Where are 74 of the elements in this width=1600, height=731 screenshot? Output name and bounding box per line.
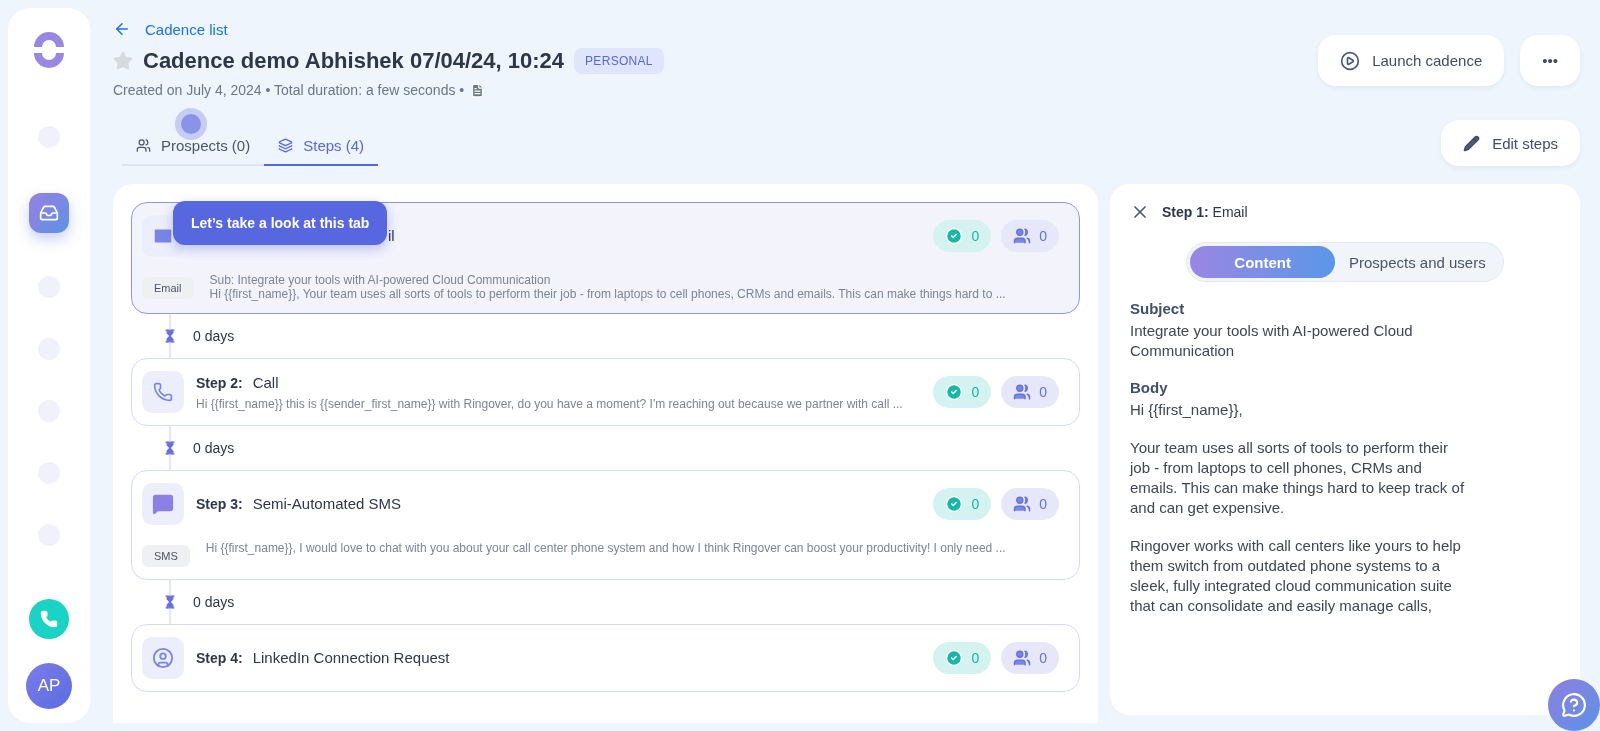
- step-preview: Hi {{first_name}} this is {{sender_first_name}} with Ringover, do you have a moment? I'm reaching out because we partner with call ...: [196, 396, 904, 411]
- step-number: Step 3:: [196, 496, 243, 512]
- phone-icon: [40, 610, 58, 628]
- step-type-tag: SMS: [142, 545, 190, 567]
- hourglass-icon: [163, 595, 177, 609]
- subject-text: Integrate your tools with AI-powered Cloud Communication: [1130, 321, 1414, 361]
- body-paragraph: Your team uses all sorts of tools to perform their job - from laptops to cell phones, CRMs and emails. This can make things hard to keep track of and can get expensive.: [1130, 438, 1466, 518]
- more-button[interactable]: •••: [1520, 35, 1580, 86]
- step-number: Step 4:: [196, 650, 243, 666]
- step-card[interactable]: Step 2: Call Hi {{first_name}} this is {{sender_first_name}} with Ringover, do you have a moment? I'm reaching out because we partner with call ... 0 0: [131, 358, 1080, 426]
- check-circle-icon: [945, 649, 964, 667]
- step-title: Call: [252, 373, 279, 391]
- step-number: Step 2:: [196, 374, 243, 391]
- phone-button[interactable]: [29, 599, 69, 639]
- people-count: 0: [1001, 642, 1059, 674]
- hourglass-icon: [163, 441, 177, 455]
- tooltip: Let’s take a look at this tab: [173, 201, 388, 245]
- delay-text: 0 days: [193, 594, 235, 610]
- people-count: 0: [1001, 220, 1059, 252]
- step-preview: Sub: Integrate your tools with AI-powered Cloud Communication: [209, 273, 552, 287]
- toggle-option[interactable]: Prospects and users: [1334, 246, 1500, 278]
- completed-count: 0: [933, 642, 992, 674]
- created-info: Created on July 4, 2024 • Total duration: a few seconds •: [113, 82, 465, 98]
- people-count: 0: [1001, 488, 1059, 520]
- check-circle-icon: [945, 495, 964, 513]
- step-title: Semi-Automated SMS: [252, 495, 402, 512]
- personal-badge: PERSONAL: [574, 48, 664, 74]
- document-icon[interactable]: [470, 82, 486, 98]
- back-link[interactable]: Cadence list: [113, 20, 664, 38]
- delay-text: 0 days: [193, 440, 235, 456]
- people-icon: [136, 138, 151, 153]
- hourglass-icon: [163, 329, 177, 343]
- people-icon: [1013, 495, 1032, 513]
- step-title: il: [388, 227, 395, 244]
- people-icon: [1013, 227, 1032, 245]
- pulse-dot: [175, 108, 207, 140]
- step-card[interactable]: Step 3: Semi-Automated SMS 0 0 SMS Hi {{first_name}}, I would love to chat with you about your call center phone system and how I think Ringover can boost your productivity! I only need ...: [131, 470, 1080, 580]
- edit-steps-button[interactable]: Edit steps: [1441, 120, 1580, 166]
- user-avatar[interactable]: AP: [26, 663, 72, 709]
- launch-button[interactable]: Launch cadence: [1318, 35, 1505, 86]
- tab[interactable]: Prospects (0): [122, 137, 265, 166]
- chat-bubble-icon: [152, 493, 174, 515]
- body-paragraph: Ringover works with call centers like yours to help them switch from outdated phone systems to a sleek, fully integrated cloud communication suite that can consolidate and easily manage calls,: [1130, 536, 1462, 616]
- play-icon: [1340, 50, 1361, 71]
- completed-count: 0: [933, 220, 992, 252]
- phone-icon: [153, 382, 173, 402]
- check-circle-icon: [945, 383, 964, 401]
- step-type-tag: Email: [142, 277, 194, 299]
- step-preview: Hi {{first_name}}, Your team uses all sorts of tools to perform their job - from laptops to cell phones, CRMs and emails. This can make things hard to ...: [209, 287, 1007, 301]
- subject-heading: Subject: [1130, 300, 1186, 317]
- delay-text: 0 days: [193, 328, 235, 344]
- step-preview: Hi {{first_name}}, I would love to chat with you about your call center phone system and how I think Ringover can boost your productivity! I only need ...: [205, 541, 1007, 555]
- people-count: 0: [1001, 376, 1059, 408]
- person-icon: [152, 647, 174, 669]
- inbox-icon: [39, 203, 59, 223]
- nav-item[interactable]: [29, 193, 69, 233]
- body-heading: Body: [1130, 379, 1169, 396]
- check-circle-icon: [945, 227, 964, 245]
- step-card[interactable]: [131, 202, 1080, 314]
- completed-count: 0: [933, 488, 992, 520]
- cadence-title: Cadence demo Abhishek 07/04/24, 10:24: [143, 48, 565, 74]
- pencil-icon: [1463, 134, 1481, 152]
- people-icon: [1013, 383, 1032, 401]
- step-card[interactable]: Step 4: LinkedIn Connection Request 0 0: [131, 624, 1080, 692]
- completed-count: 0: [933, 376, 992, 408]
- star-icon[interactable]: [113, 51, 133, 71]
- step-title: LinkedIn Connection Request: [252, 649, 450, 666]
- layers-icon: [278, 138, 294, 153]
- help-icon: [1561, 692, 1587, 718]
- tab[interactable]: Steps (4): [264, 137, 379, 166]
- help-button[interactable]: [1548, 679, 1600, 731]
- body-paragraph: Hi {{first_name}},: [1130, 400, 1244, 420]
- detail-title: Step 1: Email: [1162, 204, 1248, 220]
- people-icon: [1013, 649, 1032, 667]
